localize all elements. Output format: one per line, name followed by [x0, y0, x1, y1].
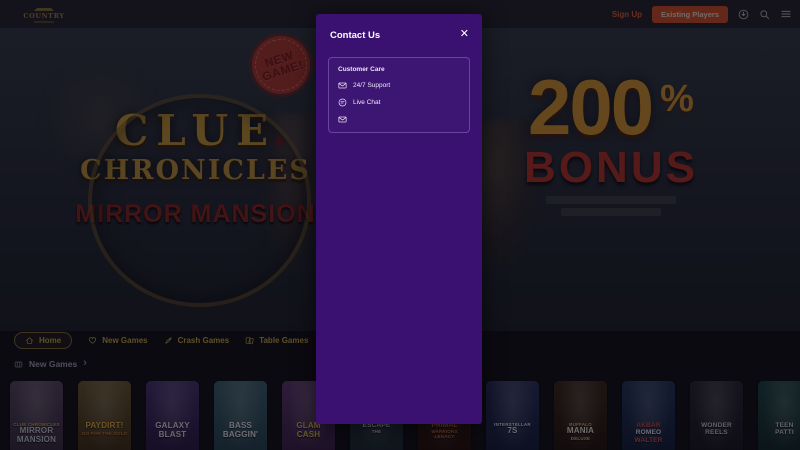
- contact-items: 24/7 Support Live Chat: [338, 81, 460, 124]
- contact-item[interactable]: [338, 115, 460, 124]
- contact-card-heading: Customer Care: [338, 66, 385, 73]
- close-icon[interactable]: ✕: [458, 27, 471, 42]
- contact-item[interactable]: 24/7 Support: [338, 81, 460, 90]
- modal-title: Contact Us: [330, 30, 381, 41]
- contact-card: Customer Care 24/7 Support Live Chat: [328, 57, 470, 133]
- contact-modal: Contact Us ✕ Customer Care 24/7 Support …: [316, 14, 482, 424]
- envelope-icon: [338, 115, 347, 124]
- contact-item[interactable]: Live Chat: [338, 98, 460, 107]
- envelope-icon: [338, 81, 347, 90]
- contact-item-label: 24/7 Support: [353, 82, 391, 89]
- casino-page: Country Sign Up Existing Players NEW GAM…: [0, 0, 800, 450]
- chat-icon: [338, 98, 347, 107]
- contact-item-label: Live Chat: [353, 99, 381, 106]
